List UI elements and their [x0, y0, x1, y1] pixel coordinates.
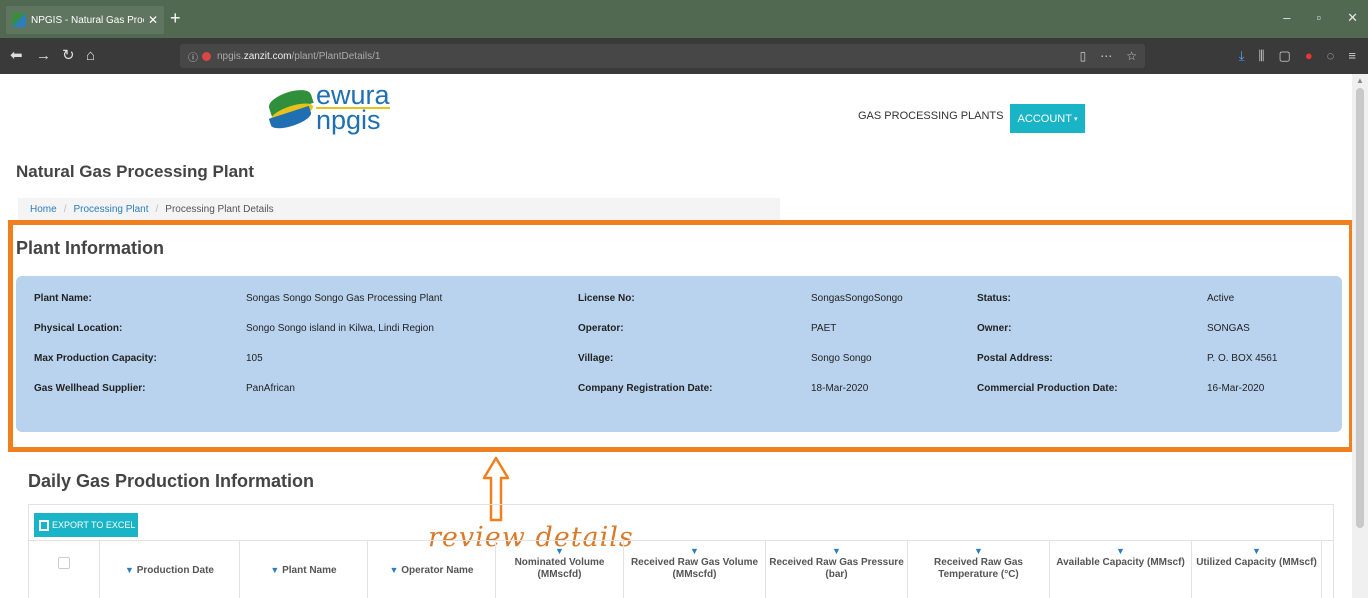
pocket-icon[interactable]: ◌: [1327, 48, 1335, 64]
export-to-excel-button[interactable]: EXPORT TO EXCEL: [34, 513, 138, 537]
caret-down-icon: ▾: [1073, 115, 1078, 123]
scrollbar-thumb[interactable]: [1356, 88, 1364, 528]
forward-icon[interactable]: →: [36, 47, 51, 65]
filter-icon[interactable]: ▼: [125, 565, 134, 575]
reader-view-icon[interactable]: ▯: [1080, 49, 1087, 63]
select-all-checkbox[interactable]: [58, 557, 70, 569]
tab-title: NPGIS - Natural Gas Processing: [31, 14, 144, 26]
scroll-up-icon[interactable]: ▲: [1356, 76, 1364, 85]
url-prefix: npgis.: [217, 50, 244, 62]
reload-icon[interactable]: ↻: [62, 47, 75, 65]
breadcrumb-home[interactable]: Home: [30, 204, 57, 215]
bookmark-star-icon[interactable]: ☆: [1126, 49, 1137, 63]
restore-icon[interactable]: ▫: [1316, 10, 1321, 26]
column-header-operator-name[interactable]: ▼ Operator Name: [368, 541, 496, 598]
column-header-nominated-volume[interactable]: ▼ Nominated Volume (MMscfd): [496, 541, 624, 598]
library-icon[interactable]: ⫼: [1259, 48, 1265, 64]
logo-text-bottom: npgis: [316, 105, 381, 135]
filter-icon[interactable]: ▼: [1050, 545, 1191, 557]
grid-header-row: ▼ Production Date ▼ Plant Name ▼ Operato…: [28, 540, 1334, 598]
address-bar[interactable]: ⓘ npgis. zanzit.com /plant/PlantDetails/…: [180, 44, 1145, 68]
excel-icon: [39, 519, 49, 531]
info-icon[interactable]: ⓘ: [188, 49, 198, 64]
filter-icon[interactable]: ▼: [390, 565, 399, 575]
column-header-utilized-capacity[interactable]: ▼ Utilized Capacity (MMscf): [1192, 541, 1322, 598]
site-logo[interactable]: ewura npgis: [266, 82, 390, 135]
url-path: /plant/PlantDetails/1: [291, 50, 381, 62]
home-icon[interactable]: ⌂: [86, 47, 95, 65]
page-actions-icon[interactable]: ⋯: [1100, 49, 1112, 63]
column-header-received-raw-gas-volume[interactable]: ▼ Received Raw Gas Volume (MMscfd): [624, 541, 766, 598]
sidebar-icon[interactable]: ▢: [1279, 48, 1291, 64]
logo-icon: [266, 85, 316, 132]
browser-tab[interactable]: NPGIS - Natural Gas Processing ✕: [6, 6, 164, 34]
breadcrumb-current: Processing Plant Details: [165, 203, 274, 215]
favicon-icon: [12, 13, 26, 27]
filter-icon[interactable]: ▼: [624, 545, 765, 557]
account-dropdown-button[interactable]: ACCOUNT ▾: [1010, 104, 1085, 133]
daily-production-title: Daily Gas Production Information: [28, 471, 315, 491]
browser-toolbar: ⬅ → ↻ ⌂ ⓘ npgis. zanzit.com /plant/Plant…: [0, 38, 1368, 74]
site-security-icon: [202, 51, 211, 61]
page-scrollbar[interactable]: ▲: [1352, 74, 1368, 598]
gas-processing-plants-link[interactable]: GAS PROCESSING PLANTS: [858, 110, 1003, 122]
select-all-column: [28, 541, 100, 598]
url-host: zanzit.com: [243, 50, 292, 62]
column-header-production-date[interactable]: ▼ Production Date: [100, 541, 240, 598]
filter-icon[interactable]: ▼: [270, 565, 279, 575]
browser-tab-bar: NPGIS - Natural Gas Processing ✕ + – ▫ ✕: [0, 0, 1368, 38]
close-tab-icon[interactable]: ✕: [148, 13, 158, 27]
export-label: EXPORT TO EXCEL: [52, 520, 136, 530]
filter-icon[interactable]: ▼: [766, 545, 907, 557]
page-title: Natural Gas Processing Plant: [16, 162, 255, 181]
filter-icon[interactable]: ▼: [1192, 545, 1321, 557]
highlight-box: [8, 220, 1352, 452]
breadcrumb-processing-plant[interactable]: Processing Plant: [73, 204, 148, 215]
column-header-available-capacity[interactable]: ▼ Available Capacity (MMscf): [1050, 541, 1192, 598]
column-header-received-raw-gas-pressure[interactable]: ▼ Received Raw Gas Pressure (bar): [766, 541, 908, 598]
breadcrumb: Home / Processing Plant / Processing Pla…: [18, 198, 780, 220]
back-icon[interactable]: ⬅: [10, 47, 23, 65]
account-label: ACCOUNT: [1017, 112, 1072, 125]
close-window-icon[interactable]: ✕: [1347, 10, 1358, 26]
web-page: ewura npgis GAS PROCESSING PLANTS ACCOUN…: [0, 74, 1352, 598]
menu-icon[interactable]: ≡: [1348, 48, 1356, 64]
extension-icon[interactable]: ●: [1305, 48, 1313, 64]
filter-icon[interactable]: ▼: [496, 545, 623, 557]
filter-icon[interactable]: ▼: [908, 545, 1049, 557]
column-header-plant-name[interactable]: ▼ Plant Name: [240, 541, 368, 598]
download-icon[interactable]: ⤓: [1239, 48, 1245, 64]
new-tab-icon[interactable]: +: [170, 9, 181, 27]
window-controls: – ▫ ✕: [1283, 10, 1358, 26]
column-header-received-raw-gas-temperature[interactable]: ▼ Received Raw Gas Temperature (°C): [908, 541, 1050, 598]
minimize-icon[interactable]: –: [1283, 10, 1290, 26]
